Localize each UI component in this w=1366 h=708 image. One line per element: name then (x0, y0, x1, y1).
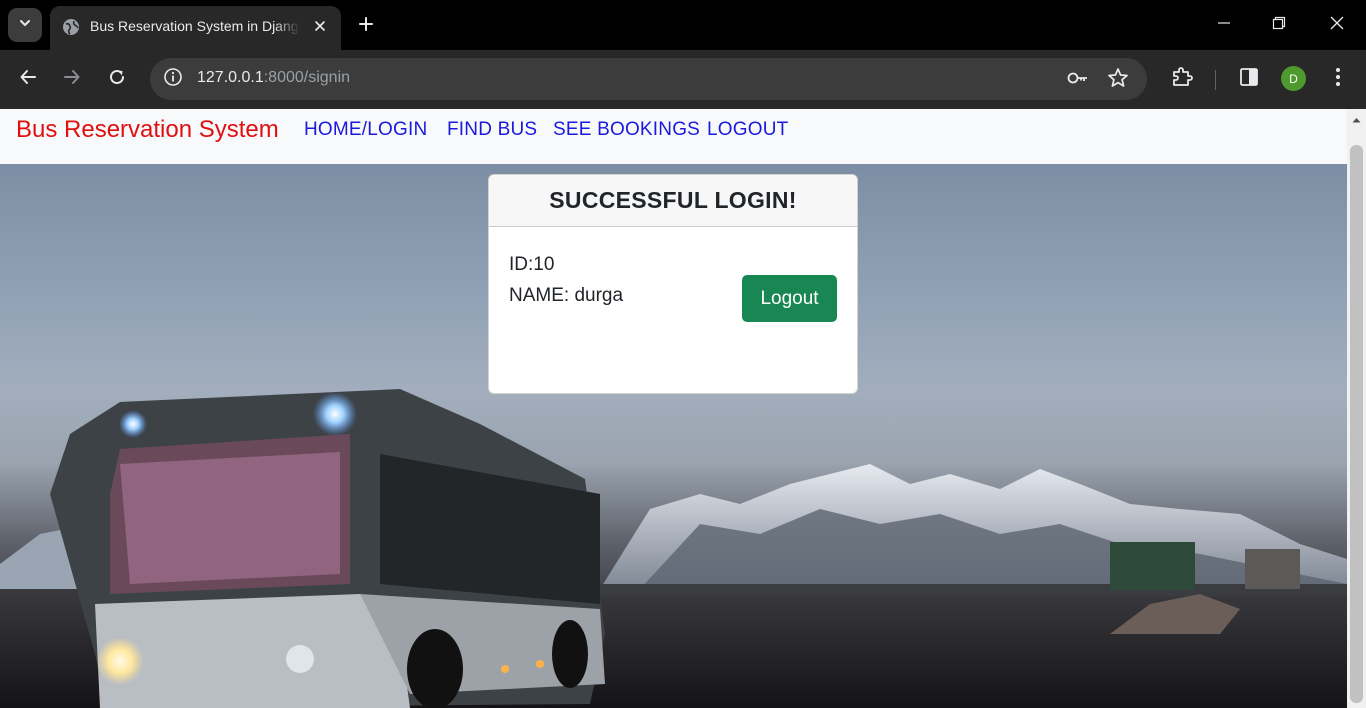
chevron-down-icon (18, 16, 32, 35)
side-panel-icon (1238, 66, 1260, 93)
tab-search-button[interactable] (8, 8, 42, 42)
login-success-card: SUCCESSFUL LOGIN! ID:10 NAME: durga Logo… (488, 174, 858, 394)
profile-avatar[interactable]: D (1281, 66, 1306, 91)
browser-menu-button[interactable] (1323, 64, 1353, 94)
restore-icon (1272, 16, 1286, 35)
plus-icon (358, 16, 374, 37)
nav-home-login[interactable]: HOME/LOGIN (304, 119, 427, 141)
page-scrollbar[interactable] (1347, 109, 1366, 708)
site-info-button[interactable] (160, 66, 186, 92)
restore-button[interactable] (1250, 0, 1308, 50)
side-panel-button[interactable] (1234, 64, 1264, 94)
new-tab-button[interactable] (352, 12, 380, 40)
minimize-icon (1217, 16, 1231, 35)
scroll-thumb[interactable] (1350, 145, 1363, 703)
url-host: 127.0.0.1 (197, 69, 264, 86)
reload-icon (108, 68, 126, 91)
minimize-button[interactable] (1195, 0, 1253, 50)
puzzle-icon (1170, 65, 1194, 94)
url-path: :8000/signin (263, 69, 351, 86)
extensions-button[interactable] (1167, 64, 1197, 94)
brand-link[interactable]: Bus Reservation System (16, 116, 279, 144)
key-icon (1066, 66, 1090, 95)
browser-tab[interactable]: Bus Reservation System in Django (50, 6, 341, 50)
bookmark-button[interactable] (1105, 67, 1131, 93)
page-viewport: Bus Reservation System HOME/LOGIN FIND B… (0, 109, 1366, 708)
close-window-button[interactable] (1308, 0, 1366, 50)
card-header: SUCCESSFUL LOGIN! (489, 175, 857, 227)
star-icon (1107, 67, 1129, 94)
forward-button[interactable] (55, 62, 89, 96)
arrow-left-icon (19, 68, 37, 91)
site-navbar: Bus Reservation System HOME/LOGIN FIND B… (0, 109, 1347, 164)
globe-icon (62, 18, 80, 41)
back-button[interactable] (11, 62, 45, 96)
logout-button[interactable]: Logout (742, 275, 837, 322)
url-text[interactable]: 127.0.0.1:8000/signin (197, 69, 350, 87)
arrow-right-icon (63, 68, 81, 91)
scroll-up-arrow-icon[interactable] (1347, 113, 1366, 127)
address-bar[interactable]: 127.0.0.1:8000/signin (150, 58, 1147, 100)
tab-strip: Bus Reservation System in Django (0, 0, 1366, 50)
more-vert-icon (1335, 67, 1341, 92)
nav-see-bookings[interactable]: SEE BOOKINGS (553, 119, 700, 141)
tab-title: Bus Reservation System in Django (90, 18, 300, 34)
reload-button[interactable] (100, 62, 134, 96)
browser-toolbar: 127.0.0.1:8000/signin D (0, 50, 1366, 109)
close-tab-icon[interactable] (310, 16, 330, 36)
card-title: SUCCESSFUL LOGIN! (549, 187, 797, 213)
toolbar-divider (1215, 70, 1216, 90)
close-icon (1330, 16, 1344, 35)
info-icon (163, 67, 183, 92)
nav-find-bus[interactable]: FIND BUS (447, 119, 537, 141)
nav-logout[interactable]: LOGOUT (707, 119, 788, 141)
password-key-button[interactable] (1065, 67, 1091, 93)
